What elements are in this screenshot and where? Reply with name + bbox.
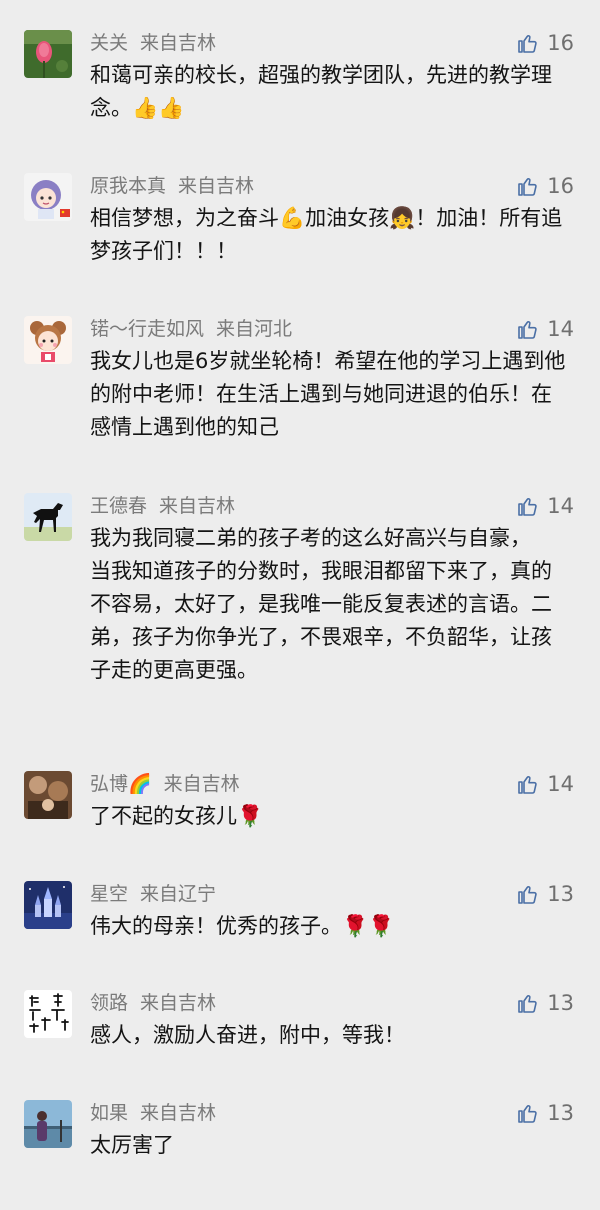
pink-flower-avatar[interactable]: [24, 30, 72, 78]
thumbs-up-icon: [518, 776, 537, 794]
comment-meta: 王德春 来自吉林: [90, 493, 235, 519]
comment-item: 原我本真 来自吉林 16 相信梦想，为之奋斗💪加油女孩👧！加油！所有追梦孩子们！！…: [0, 173, 600, 293]
photo-avatar[interactable]: [24, 771, 72, 819]
comment-meta: 原我本真 来自吉林: [90, 173, 254, 199]
thumbs-up-icon: [518, 178, 537, 196]
comment-text: 感人，激励人奋进，附中，等我！: [90, 1023, 405, 1047]
like-button[interactable]: 14: [515, 491, 574, 521]
like-button[interactable]: 13: [515, 1098, 574, 1128]
comment-item: 锘～行走如风 来自河北 14 我女儿也是6岁就坐轮椅！希望在他的学习上遇到他的附中…: [0, 316, 600, 466]
comment-author[interactable]: 弘博🌈: [90, 773, 152, 795]
comment-item: 如果 来自吉林 13 太厉害了: [0, 1100, 600, 1180]
calligraphy-avatar[interactable]: [24, 990, 72, 1038]
comment-author[interactable]: 领路: [90, 992, 128, 1014]
comment-author[interactable]: 王德春: [90, 495, 147, 517]
comment-text: 了不起的女孩儿🌹: [90, 804, 264, 828]
comment-text: 太厉害了: [90, 1133, 174, 1157]
thumbs-up-icon: [518, 1105, 537, 1123]
comment-text: 相信梦想，为之奋斗💪加油女孩👧！加油！所有追梦孩子们！！！: [90, 206, 563, 263]
comment-author[interactable]: 锘～行走如风: [90, 318, 204, 340]
comment-item: 领路 来自吉林 13 感人，激励人奋进，附中，等我！: [0, 990, 600, 1070]
cartoon-girl-avatar[interactable]: [24, 173, 72, 221]
person-photo-avatar[interactable]: [24, 1100, 72, 1148]
comment-item: 王德春 来自吉林 14 我为我同寝二弟的孩子考的这么好高兴与自豪， 当我知道孩子的…: [0, 493, 600, 733]
comment-meta: 星空 来自辽宁: [90, 881, 216, 907]
like-count: 14: [547, 772, 574, 796]
comment-text: 我女儿也是6岁就坐轮椅！希望在他的学习上遇到他的附中老师！在生活上遇到与她同进退…: [90, 349, 566, 439]
thumbs-up-icon: [518, 321, 537, 339]
comment-item: 弘博🌈 来自吉林 14 了不起的女孩儿🌹: [0, 771, 600, 851]
cartoon-doll-avatar[interactable]: [24, 316, 72, 364]
comment-meta: 如果 来自吉林: [90, 1100, 216, 1126]
thumbs-up-icon: [518, 498, 537, 516]
comment-author[interactable]: 如果: [90, 1102, 128, 1124]
like-count: 14: [547, 494, 574, 518]
like-count: 16: [547, 31, 574, 55]
comment-location: 来自吉林: [159, 495, 236, 517]
like-count: 13: [547, 1101, 574, 1125]
comment-meta: 弘博🌈 来自吉林: [90, 771, 240, 797]
comment-meta: 领路 来自吉林: [90, 990, 216, 1016]
comment-item: 星空 来自辽宁 13 伟大的母亲！优秀的孩子。🌹🌹: [0, 881, 600, 961]
like-button[interactable]: 14: [515, 769, 574, 799]
like-count: 16: [547, 174, 574, 198]
comment-author[interactable]: 原我本真: [90, 175, 166, 197]
comment-author[interactable]: 星空: [90, 883, 128, 905]
black-horse-avatar[interactable]: [24, 493, 72, 541]
comment-text: 和蔼可亲的校长，超强的教学团队，先进的教学理念。👍👍: [90, 63, 552, 120]
comment-location: 来自吉林: [178, 175, 255, 197]
like-button[interactable]: 16: [515, 28, 574, 58]
comment-location: 来自吉林: [140, 992, 217, 1014]
like-count: 13: [547, 991, 574, 1015]
thumbs-up-icon: [518, 35, 537, 53]
like-button[interactable]: 13: [515, 988, 574, 1018]
like-button[interactable]: 16: [515, 171, 574, 201]
comment-meta: 关关 来自吉林: [90, 30, 216, 56]
like-count: 13: [547, 882, 574, 906]
castle-night-avatar[interactable]: [24, 881, 72, 929]
comment-location: 来自吉林: [140, 32, 217, 54]
comment-item: 关关 来自吉林 16 和蔼可亲的校长，超强的教学团队，先进的教学理念。👍👍: [0, 30, 600, 150]
comment-feed: 关关 来自吉林 16 和蔼可亲的校长，超强的教学团队，先进的教学理念。👍👍 原我本: [0, 0, 600, 1210]
thumbs-up-icon: [518, 995, 537, 1013]
like-button[interactable]: 14: [515, 314, 574, 344]
thumbs-up-icon: [518, 886, 537, 904]
comment-location: 来自吉林: [140, 1102, 217, 1124]
comment-location: 来自吉林: [163, 773, 240, 795]
like-count: 14: [547, 317, 574, 341]
comment-meta: 锘～行走如风 来自河北: [90, 316, 292, 342]
comment-text: 伟大的母亲！优秀的孩子。🌹🌹: [90, 914, 395, 938]
comment-author[interactable]: 关关: [90, 32, 128, 54]
comment-location: 来自河北: [216, 318, 293, 340]
comment-location: 来自辽宁: [140, 883, 217, 905]
like-button[interactable]: 13: [515, 879, 574, 909]
comment-text: 我为我同寝二弟的孩子考的这么好高兴与自豪， 当我知道孩子的分数时，我眼泪都留下来…: [90, 526, 552, 682]
